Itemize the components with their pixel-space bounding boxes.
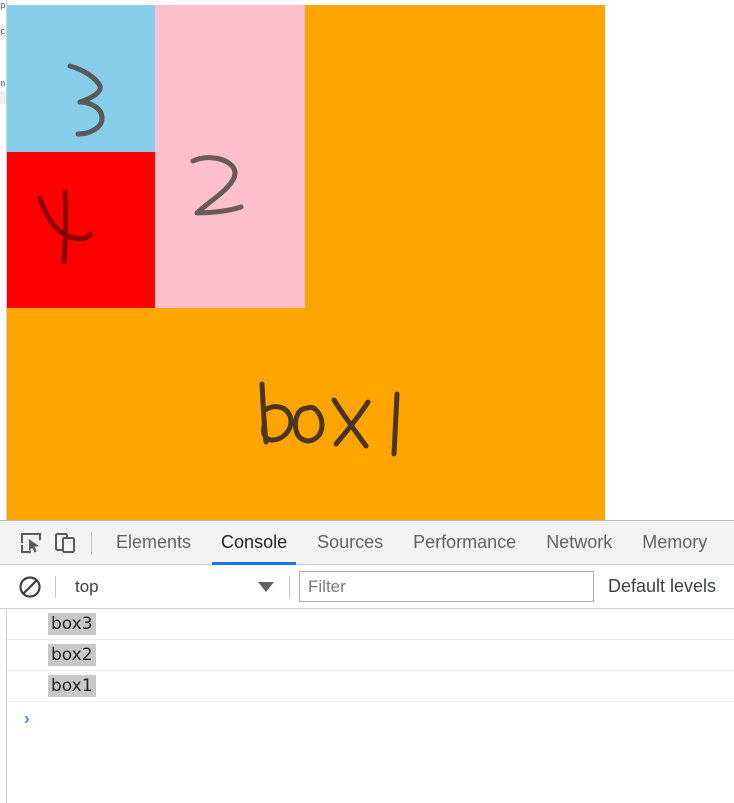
handwritten-annotation-2 (187, 155, 257, 225)
sliver-row (0, 104, 6, 117)
tab-sources[interactable]: Sources (302, 521, 398, 565)
tab-elements[interactable]: Elements (101, 521, 206, 565)
clear-console-icon[interactable] (14, 571, 46, 603)
browser-window: p c n Elements Console Sources Performan… (0, 0, 734, 803)
devtools-panel: Elements Console Sources Performance Net… (0, 520, 734, 803)
console-filter-input[interactable] (299, 571, 594, 602)
tab-memory[interactable]: Memory (627, 521, 722, 565)
filterbar-divider-1 (55, 575, 56, 598)
console-context-label: top (75, 576, 99, 596)
toolbar-divider (91, 531, 92, 554)
console-row[interactable]: box2 (7, 640, 734, 671)
box3 (7, 5, 155, 152)
sliver-row (0, 117, 6, 130)
tab-performance[interactable]: Performance (398, 521, 531, 565)
inspect-element-icon[interactable] (14, 526, 48, 560)
sliver-row: p (0, 1, 6, 11)
tab-network[interactable]: Network (531, 521, 627, 565)
console-message-text: box3 (48, 613, 96, 635)
box2 (7, 5, 305, 308)
console-row[interactable]: box1 (7, 671, 734, 702)
sliver-row (0, 13, 6, 26)
log-levels-label[interactable]: Default levels (608, 576, 716, 597)
handwritten-annotation-box1 (252, 380, 412, 460)
sliver-row: n (0, 79, 6, 89)
console-message-list[interactable]: box3 box2 box1 › (6, 609, 734, 803)
tab-console[interactable]: Console (206, 521, 302, 565)
sliver-row (0, 65, 6, 78)
console-message-text: box2 (48, 644, 96, 666)
devtools-tab-list: Elements Console Sources Performance Net… (101, 521, 722, 565)
chevron-down-icon (258, 581, 274, 592)
sliver-row (0, 91, 6, 104)
sliver-row (0, 39, 6, 52)
console-filterbar: top Default levels (0, 565, 734, 609)
device-toolbar-icon[interactable] (48, 526, 82, 560)
sliver-row (0, 52, 6, 65)
console-message-text: box1 (48, 675, 96, 697)
box1 (7, 5, 605, 520)
prompt-chevron-icon: › (24, 708, 30, 728)
filterbar-divider-2 (289, 575, 290, 598)
devtools-tabbar: Elements Console Sources Performance Net… (0, 521, 734, 565)
box4 (7, 152, 155, 308)
console-context-selector[interactable]: top (65, 572, 280, 602)
console-row[interactable]: box3 (7, 609, 734, 640)
page-viewport (7, 0, 734, 520)
elements-panel-sliver: p c n (0, 0, 7, 520)
sliver-row: c (0, 26, 6, 39)
sliver-row (0, 130, 6, 143)
console-input-prompt[interactable]: › (7, 702, 734, 735)
